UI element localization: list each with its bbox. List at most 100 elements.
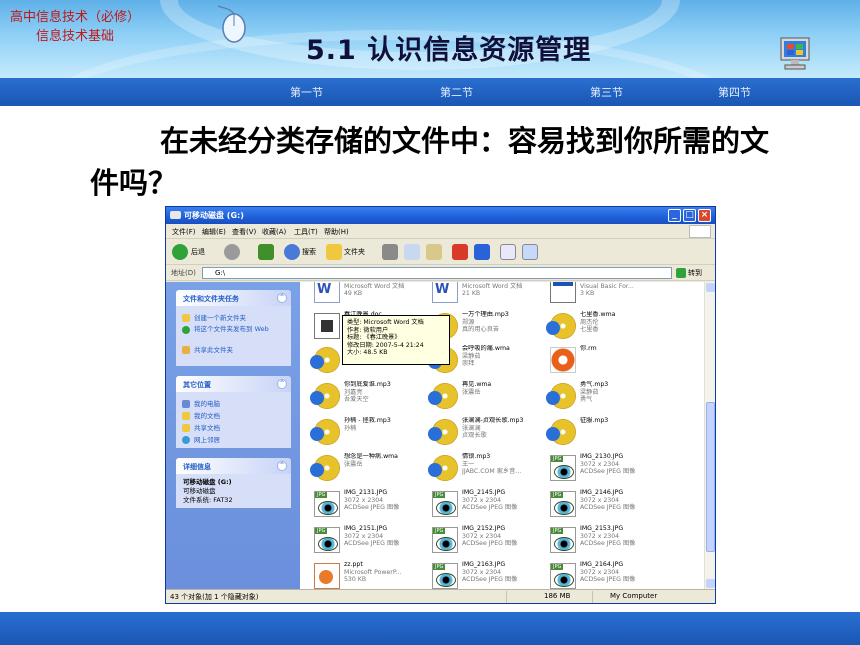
place-my-computer[interactable]: 我的电脑	[176, 398, 291, 410]
file-name: 你到底爱谁.mp3	[344, 381, 391, 388]
wmv-file-icon	[550, 347, 576, 373]
file-detail: 张澜澜	[462, 424, 481, 432]
file-item[interactable]: 七里香.wma 周杰伦 七里香	[544, 310, 664, 344]
file-label: 孙楠 - 拯救.mp3 孙楠	[344, 417, 428, 432]
file-item[interactable]: 想念是一种病.wma 张震岳	[308, 452, 428, 486]
file-item[interactable]: IMG_2151.JPG3072 x 2304ACDSee JPEG 图像	[308, 524, 428, 558]
minimize-button[interactable]: _	[668, 209, 681, 222]
place-shared-documents[interactable]: 共享文档	[176, 422, 291, 434]
file-item[interactable]: 孙楠 - 拯救.mp3 孙楠	[308, 416, 428, 450]
file-item[interactable]: IMG_2152.JPG3072 x 2304ACDSee JPEG 图像	[426, 524, 546, 558]
file-detail-2: ACDSee JPEG 图像	[580, 540, 636, 547]
menu-edit[interactable]: 编辑(E)	[202, 227, 226, 237]
collapse-icon[interactable]: ^	[277, 379, 287, 389]
search-button[interactable]: 搜索	[302, 244, 316, 260]
file-detail: Microsoft Word 文档	[344, 282, 405, 290]
details-name: 可移动磁盘 (G:)	[183, 478, 232, 486]
file-item[interactable]: IMG_2164.JPG3072 x 2304ACDSee JPEG 图像	[544, 560, 664, 589]
menu-file[interactable]: 文件(F)	[172, 227, 196, 237]
file-name: 情锁.mp3	[462, 453, 491, 460]
file-name: 七里香.wma	[580, 311, 616, 318]
menu-view[interactable]: 查看(V)	[232, 227, 256, 237]
place-network[interactable]: 网上邻居	[176, 434, 291, 446]
file-item[interactable]: IMG_2130.JPG3072 x 2304ACDSee JPEG 图像	[544, 452, 664, 486]
file-detail: 梁静茹	[580, 388, 599, 396]
details-header[interactable]: 详细信息 ^	[176, 458, 291, 474]
file-item[interactable]: IMG_2131.JPG3072 x 2304ACDSee JPEG 图像	[308, 488, 428, 522]
file-label: zz.ppt Microsoft PowerP... 530 KB	[344, 561, 428, 584]
file-name: IMG_2131.JPG	[344, 489, 388, 496]
scroll-down-arrow[interactable]	[706, 579, 715, 588]
music-file-icon	[428, 383, 458, 409]
tooltip-subject: 标题: 《春江晚景》	[347, 334, 401, 342]
folders-button[interactable]: 文件夹	[344, 244, 365, 260]
copy-icon[interactable]	[404, 244, 420, 260]
file-name: IMG_2164.JPG	[580, 561, 624, 568]
page-title: 5.1 认识信息资源管理	[306, 35, 592, 66]
file-detail-2: 吾爱天空	[344, 396, 369, 403]
views-icon[interactable]	[522, 244, 538, 260]
other-places-header[interactable]: 其它位置 ^	[176, 376, 291, 392]
menu-favorites[interactable]: 收藏(A)	[262, 227, 286, 237]
file-label: 你.rm	[580, 345, 664, 353]
close-button[interactable]: ×	[698, 209, 711, 222]
go-button[interactable]: 转到	[676, 267, 712, 279]
file-item[interactable]: IMG_2163.JPG3072 x 2304ACDSee JPEG 图像	[426, 560, 546, 589]
file-detail-2: ACDSee JPEG 图像	[462, 540, 518, 547]
scroll-thumb[interactable]	[706, 402, 715, 552]
menu-help[interactable]: 帮助(H)	[324, 227, 349, 237]
search-icon[interactable]	[284, 244, 300, 260]
forward-arrow-icon[interactable]	[224, 244, 240, 260]
file-item[interactable]: 万泉发.docMicrosoft Word 文档49 KB	[308, 282, 428, 308]
nav-section-2[interactable]: 第二节	[440, 84, 473, 100]
task-new-folder[interactable]: 创建一个新文件夹	[176, 312, 291, 324]
file-item[interactable]: IMG_2145.JPG3072 x 2304ACDSee JPEG 图像	[426, 488, 546, 522]
file-item[interactable]: 征服.mp3	[544, 416, 664, 450]
file-item[interactable]: 再见.wma 张震岳	[426, 380, 546, 414]
back-button[interactable]: 后退	[191, 244, 205, 260]
maximize-button[interactable]: □	[683, 209, 696, 222]
file-item[interactable]: 勇气.mp3 梁静茹 勇气	[544, 380, 664, 414]
file-item[interactable]: 你到底爱谁.mp3 刘嘉亮 吾爱天空	[308, 380, 428, 414]
jpg-file-icon	[550, 563, 576, 589]
cut-icon[interactable]	[382, 244, 398, 260]
file-item[interactable]: 新建窗体.frmVisual Basic For...3 KB	[544, 282, 664, 308]
paste-icon[interactable]	[426, 244, 442, 260]
details-panel: 详细信息 ^ 可移动磁盘 (G:) 可移动磁盘 文件系统: FAT32	[176, 458, 291, 508]
address-input[interactable]: G:\	[202, 267, 672, 279]
menu-tools[interactable]: 工具(T)	[294, 227, 318, 237]
place-my-documents[interactable]: 我的文档	[176, 410, 291, 422]
nav-section-3[interactable]: 第三节	[590, 84, 623, 100]
file-item[interactable]: 我将告诉.docMicrosoft Word 文档21 KB	[426, 282, 546, 308]
music-file-icon	[546, 419, 576, 445]
collapse-icon[interactable]: ^	[277, 293, 287, 303]
file-item[interactable]: 张澜澜-贞观长歌.mp3 张澜澜 贞观长歌	[426, 416, 546, 450]
undo-icon[interactable]	[474, 244, 490, 260]
properties-icon[interactable]	[500, 244, 516, 260]
jpg-file-icon	[432, 527, 458, 553]
window-titlebar[interactable]: 可移动磁盘 (G:) _ □ ×	[166, 207, 715, 224]
file-item[interactable]: IMG_2153.JPG3072 x 2304ACDSee JPEG 图像	[544, 524, 664, 558]
delete-icon[interactable]	[452, 244, 468, 260]
task-share-folder[interactable]: 共享此文件夹	[176, 344, 291, 356]
up-folder-icon[interactable]	[258, 244, 274, 260]
nav-section-1[interactable]: 第一节	[290, 84, 323, 100]
file-item[interactable]: IMG_2146.JPG3072 x 2304ACDSee JPEG 图像	[544, 488, 664, 522]
file-detail: Microsoft PowerP...	[344, 568, 402, 576]
file-detail: 3072 x 2304	[462, 496, 502, 504]
explorer-window: 可移动磁盘 (G:) _ □ × 文件(F) 编辑(E) 查看(V) 收藏(A)…	[165, 206, 716, 604]
task-publish-web[interactable]: 将这个文件夹发布到 Web	[176, 324, 291, 344]
details-title: 详细信息	[183, 463, 211, 471]
nav-section-4[interactable]: 第四节	[718, 84, 751, 100]
collapse-icon[interactable]: ^	[277, 461, 287, 471]
file-label: IMG_2152.JPG 3072 x 2304 ACDSee JPEG 图像	[462, 525, 546, 548]
back-arrow-icon[interactable]	[172, 244, 188, 260]
file-item[interactable]: 你.rm	[544, 344, 664, 378]
vertical-scrollbar[interactable]	[704, 282, 715, 589]
file-item[interactable]: 情锁.mp3 王一 JJABC.COM 家乡音...	[426, 452, 546, 486]
scroll-up-arrow[interactable]	[706, 283, 715, 292]
file-item[interactable]: zz.ppt Microsoft PowerP... 530 KB	[308, 560, 428, 589]
file-tasks-header[interactable]: 文件和文件夹任务 ^	[176, 290, 291, 306]
folders-icon[interactable]	[326, 244, 342, 260]
file-detail: 3072 x 2304	[580, 568, 620, 576]
